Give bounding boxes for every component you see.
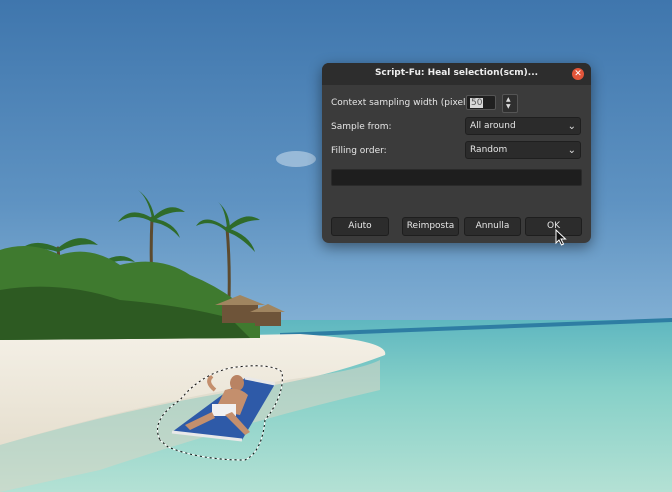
mouse-pointer-icon: [555, 229, 567, 246]
context-width-value: 50: [470, 98, 484, 108]
close-button[interactable]: ✕: [572, 68, 584, 80]
chevron-down-icon: ⌄: [567, 121, 576, 132]
context-width-input[interactable]: 50: [466, 95, 496, 110]
ok-button[interactable]: OK: [525, 217, 582, 236]
chevron-down-icon: ⌄: [567, 145, 576, 156]
context-width-stepper[interactable]: ▲ ▼: [502, 94, 518, 113]
dialog-title: Script-Fu: Heal selection(scm)...: [374, 68, 539, 78]
filling-order-select[interactable]: Random ⌄: [465, 141, 581, 159]
close-icon: ✕: [574, 69, 582, 79]
sample-from-select[interactable]: All around ⌄: [465, 117, 581, 135]
heal-selection-dialog: Script-Fu: Heal selection(scm)... ✕ Cont…: [322, 63, 591, 243]
filling-order-label: Filling order:: [331, 146, 387, 156]
reset-button[interactable]: Reimposta: [402, 217, 459, 236]
help-button[interactable]: Aiuto: [331, 217, 389, 236]
context-width-label: Context sampling width (pixels):: [331, 98, 477, 108]
arrow-down-icon[interactable]: ▼: [506, 104, 511, 110]
progress-bar: [331, 169, 582, 186]
dialog-titlebar[interactable]: Script-Fu: Heal selection(scm)... ✕: [322, 63, 591, 85]
cancel-button[interactable]: Annulla: [464, 217, 521, 236]
sample-from-value: All around: [470, 121, 516, 131]
cloud: [276, 151, 316, 167]
sample-from-label: Sample from:: [331, 122, 392, 132]
filling-order-value: Random: [470, 145, 508, 155]
